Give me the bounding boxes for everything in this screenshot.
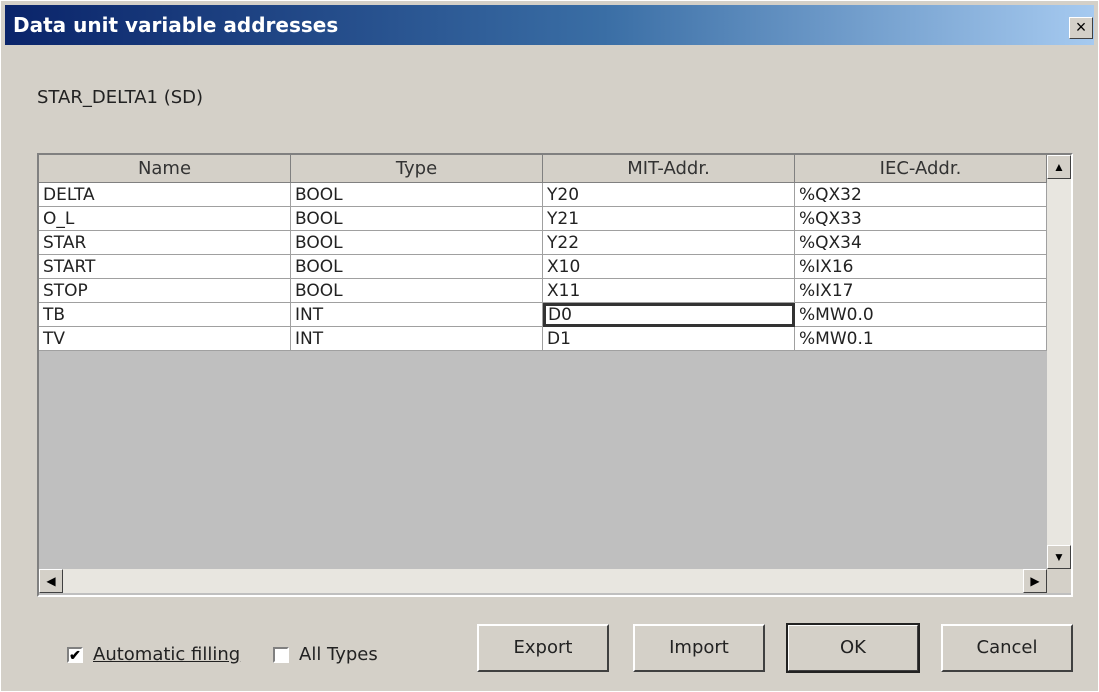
ok-button[interactable]: OK bbox=[786, 623, 920, 673]
cell-iec-addr[interactable]: %QX33 bbox=[795, 207, 1047, 231]
cell-name[interactable]: DELTA bbox=[39, 183, 291, 207]
automatic-filling-checkbox[interactable]: ✔ bbox=[67, 647, 83, 663]
cell-name[interactable]: O_L bbox=[39, 207, 291, 231]
cell-name[interactable]: STAR bbox=[39, 231, 291, 255]
cell-mit-addr[interactable]: X10 bbox=[543, 255, 795, 279]
cell-type[interactable]: INT bbox=[291, 327, 543, 351]
cell-name[interactable]: TV bbox=[39, 327, 291, 351]
cell-name[interactable]: START bbox=[39, 255, 291, 279]
table-row[interactable]: STAR BOOL Y22 %QX34 bbox=[39, 231, 1047, 255]
variable-table: Name Type MIT-Addr. IEC-Addr. DELTA BOOL Y… bbox=[37, 153, 1073, 597]
column-header-name[interactable]: Name bbox=[39, 155, 291, 183]
cancel-button[interactable]: Cancel bbox=[941, 624, 1073, 672]
horizontal-scrollbar[interactable]: ◀ ▶ bbox=[39, 569, 1047, 593]
cell-iec-addr[interactable]: %MW0.1 bbox=[795, 327, 1047, 351]
cell-mit-addr[interactable]: D0 bbox=[543, 303, 795, 327]
cell-type[interactable]: BOOL bbox=[291, 231, 543, 255]
scroll-up-icon[interactable]: ▲ bbox=[1047, 155, 1071, 179]
cell-type[interactable]: BOOL bbox=[291, 207, 543, 231]
table-row[interactable]: DELTA BOOL Y20 %QX32 bbox=[39, 183, 1047, 207]
all-types-checkbox[interactable] bbox=[273, 647, 289, 663]
cell-iec-addr[interactable]: %QX34 bbox=[795, 231, 1047, 255]
export-button[interactable]: Export bbox=[477, 624, 609, 672]
table-row[interactable]: TV INT D1 %MW0.1 bbox=[39, 327, 1047, 351]
cell-iec-addr[interactable]: %IX16 bbox=[795, 255, 1047, 279]
vertical-scrollbar[interactable]: ▲ ▼ bbox=[1047, 155, 1071, 569]
import-button[interactable]: Import bbox=[633, 624, 765, 672]
column-header-type[interactable]: Type bbox=[291, 155, 543, 183]
cell-mit-addr[interactable]: Y22 bbox=[543, 231, 795, 255]
cell-name[interactable]: STOP bbox=[39, 279, 291, 303]
automatic-filling-label[interactable]: Automatic filling bbox=[93, 644, 240, 665]
scrollbar-corner bbox=[1047, 569, 1071, 593]
cell-iec-addr[interactable]: %MW0.0 bbox=[795, 303, 1047, 327]
cell-type[interactable]: INT bbox=[291, 303, 543, 327]
cell-type[interactable]: BOOL bbox=[291, 183, 543, 207]
scroll-down-icon[interactable]: ▼ bbox=[1047, 545, 1071, 569]
cell-mit-addr[interactable]: Y21 bbox=[543, 207, 795, 231]
title-bar[interactable]: Data unit variable addresses × bbox=[5, 5, 1094, 45]
cell-type[interactable]: BOOL bbox=[291, 255, 543, 279]
cell-iec-addr[interactable]: %QX32 bbox=[795, 183, 1047, 207]
cell-mit-addr[interactable]: D1 bbox=[543, 327, 795, 351]
scroll-right-icon[interactable]: ▶ bbox=[1023, 569, 1047, 593]
scroll-left-icon[interactable]: ◀ bbox=[39, 569, 63, 593]
cell-type[interactable]: BOOL bbox=[291, 279, 543, 303]
cell-iec-addr[interactable]: %IX17 bbox=[795, 279, 1047, 303]
dialog-window: Data unit variable addresses × STAR_DELT… bbox=[0, 0, 1099, 692]
data-unit-label: STAR_DELTA1 (SD) bbox=[37, 87, 204, 108]
cell-name[interactable]: TB bbox=[39, 303, 291, 327]
all-types-label[interactable]: All Types bbox=[299, 644, 378, 665]
column-header-mit-addr[interactable]: MIT-Addr. bbox=[543, 155, 795, 183]
column-header-iec-addr[interactable]: IEC-Addr. bbox=[795, 155, 1047, 183]
table-row[interactable]: TB INT D0 %MW0.0 bbox=[39, 303, 1047, 327]
table-row[interactable]: STOP BOOL X11 %IX17 bbox=[39, 279, 1047, 303]
cell-mit-addr[interactable]: Y20 bbox=[543, 183, 795, 207]
close-icon[interactable]: × bbox=[1069, 17, 1093, 39]
table-row[interactable]: O_L BOOL Y21 %QX33 bbox=[39, 207, 1047, 231]
window-title: Data unit variable addresses bbox=[13, 13, 339, 37]
cell-mit-addr[interactable]: X11 bbox=[543, 279, 795, 303]
table-row[interactable]: START BOOL X10 %IX16 bbox=[39, 255, 1047, 279]
